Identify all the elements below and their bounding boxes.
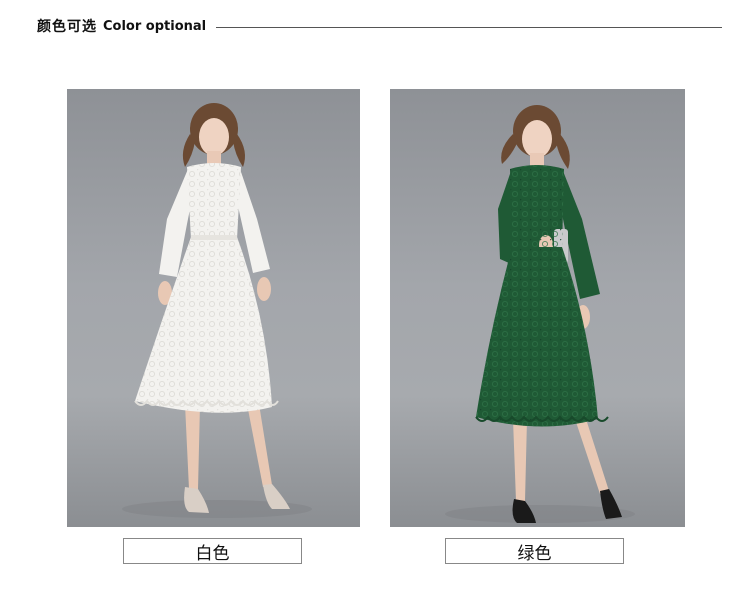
product-photo-white[interactable] — [67, 89, 360, 527]
color-option-green-label[interactable]: 绿色 — [445, 538, 624, 564]
model-illustration-white — [122, 103, 312, 518]
header-title-cn: 颜色可选 — [37, 19, 97, 35]
color-option-white-label[interactable]: 白色 — [123, 538, 302, 564]
header-title-en: Color optional — [103, 18, 207, 34]
product-photo-green[interactable] — [390, 89, 685, 527]
section-header: 颜色可选 Color optional — [37, 14, 722, 38]
model-illustration-green — [445, 105, 635, 523]
header-divider — [216, 26, 722, 28]
